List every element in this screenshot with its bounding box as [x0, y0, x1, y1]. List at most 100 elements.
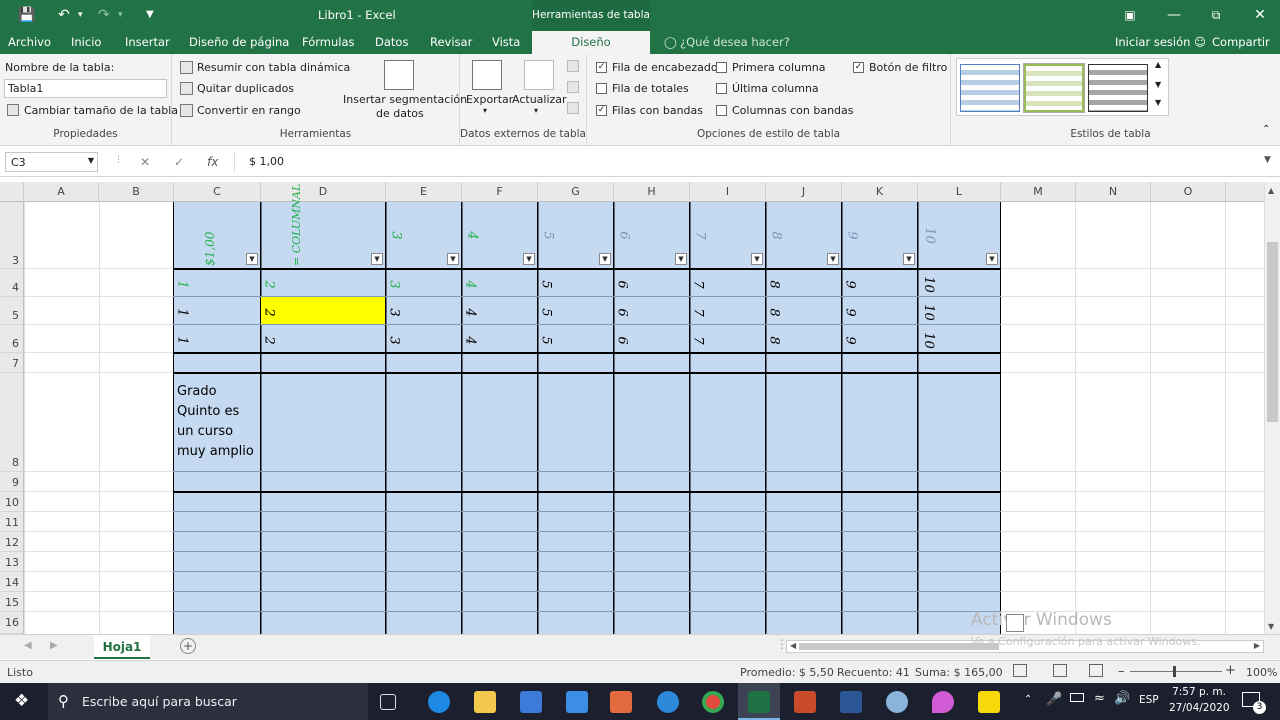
status-count[interactable]: Recuento: 41 [837, 666, 910, 679]
powerpoint-icon[interactable] [794, 691, 816, 713]
tab-archivo[interactable]: Archivo [8, 35, 51, 49]
cell-d4[interactable]: 2 [262, 277, 277, 292]
header-row-checkbox[interactable]: ✓ [596, 62, 607, 73]
quick-analysis-icon[interactable] [1006, 614, 1024, 632]
column-header-g[interactable]: G [538, 182, 614, 202]
tab-datos[interactable]: Datos [375, 35, 408, 49]
cell-h5[interactable]: 6 [615, 305, 630, 320]
paint-icon[interactable] [886, 691, 908, 713]
row-header-3[interactable]: 3 [0, 202, 24, 269]
filter-dropdown-f[interactable]: ▼ [523, 253, 535, 265]
row-header-12[interactable]: 12 [0, 532, 24, 552]
vertical-scrollbar[interactable]: ▲ ▼ [1264, 182, 1280, 634]
column-header-j[interactable]: J [766, 182, 842, 202]
prev-sheet-icon[interactable]: ◀ [24, 640, 32, 651]
cell-d6[interactable]: 2 [262, 333, 277, 348]
cell-j4[interactable]: 8 [767, 277, 782, 292]
filter-dropdown-g[interactable]: ▼ [599, 253, 611, 265]
cell-d5[interactable]: 2 [262, 305, 277, 320]
banded-rows-checkbox[interactable]: ✓ [596, 105, 607, 116]
tab-revisar[interactable]: Revisar [430, 35, 472, 49]
language-indicator[interactable]: ESP [1139, 694, 1159, 706]
cell-g6[interactable]: 5 [539, 333, 554, 348]
sticky-notes-icon[interactable] [978, 691, 1000, 713]
header-cell-e[interactable]: 3 [389, 228, 404, 243]
clock-time[interactable]: 7:57 p. m. [1172, 686, 1226, 698]
resize-table-button[interactable]: Cambiar tamaño de la tabla [24, 104, 178, 117]
insert-function-icon[interactable]: fx [207, 155, 218, 169]
filter-dropdown-d[interactable]: ▼ [371, 253, 383, 265]
row-header-16[interactable]: 16 [0, 612, 24, 634]
filter-dropdown-k[interactable]: ▼ [903, 253, 915, 265]
filter-dropdown-e[interactable]: ▼ [447, 253, 459, 265]
header-cell-h[interactable]: 6 [617, 228, 632, 243]
row-header-4[interactable]: 4 [0, 269, 24, 297]
cell-c6[interactable]: 1 [175, 333, 190, 348]
redo-icon[interactable]: ↷ [98, 6, 110, 24]
wifi-icon[interactable]: ≈ [1094, 691, 1105, 706]
row-header-14[interactable]: 14 [0, 572, 24, 592]
column-header-e[interactable]: E [386, 182, 462, 202]
export-icon[interactable] [472, 60, 502, 90]
table-style-blue[interactable] [960, 64, 1020, 112]
microphone-icon[interactable]: 🎤 [1046, 692, 1062, 707]
share-button[interactable]: Compartir [1212, 35, 1270, 49]
close-icon[interactable]: ✕ [1242, 4, 1278, 26]
cell-f5[interactable]: 4 [463, 305, 478, 320]
cell-j5[interactable]: 8 [767, 305, 782, 320]
cell-c8[interactable]: Grado Quinto es un curso muy amplio [177, 382, 254, 462]
first-column-checkbox[interactable] [716, 62, 727, 73]
cell-d5-highlight[interactable] [261, 297, 385, 324]
column-header-l[interactable]: L [918, 182, 1001, 202]
cell-c4[interactable]: 1 [175, 277, 190, 292]
name-box[interactable]: C3 ▼ [5, 152, 98, 172]
show-hidden-icons[interactable]: ⌃ [1024, 694, 1032, 705]
export-button[interactable]: Exportar [466, 93, 513, 106]
formula-input[interactable]: $ 1,00 [234, 152, 1264, 172]
cell-l5[interactable]: 10 [920, 304, 937, 321]
open-browser-icon[interactable] [567, 81, 579, 93]
export-dropdown-icon[interactable]: ▾ [483, 106, 487, 115]
mail-icon[interactable] [566, 691, 588, 713]
word-icon[interactable] [840, 691, 862, 713]
cell-i5[interactable]: 7 [691, 305, 706, 320]
save-icon[interactable]: 💾 [18, 6, 35, 24]
unlink-icon[interactable] [567, 102, 579, 114]
column-header-a[interactable]: A [24, 182, 99, 202]
hscroll-thumb[interactable] [799, 643, 999, 650]
column-header-m[interactable]: M [1001, 182, 1076, 202]
row-header-7[interactable]: 7 [0, 353, 24, 373]
header-cell-i[interactable]: 7 [693, 228, 708, 243]
internet-explorer-icon[interactable] [657, 691, 679, 713]
row-header-15[interactable]: 15 [0, 592, 24, 612]
gallery-up-icon[interactable]: ▲ [1155, 60, 1161, 69]
gallery-more-icon[interactable]: ▼ [1155, 98, 1161, 107]
tab-insertar[interactable]: Insertar [125, 35, 170, 49]
name-box-dropdown-icon[interactable]: ▼ [88, 156, 94, 165]
battery-icon[interactable] [1070, 693, 1084, 702]
filter-dropdown-l[interactable]: ▼ [986, 253, 998, 265]
insert-slicer-label-2[interactable]: de datos [376, 107, 424, 120]
expand-formula-icon[interactable]: ▼ [1264, 155, 1271, 165]
header-cell-c[interactable]: $1,00 [203, 208, 217, 266]
page-layout-view-icon[interactable] [1053, 664, 1067, 677]
filter-dropdown-h[interactable]: ▼ [675, 253, 687, 265]
edge-icon[interactable] [428, 691, 450, 713]
row-header-10[interactable]: 10 [0, 492, 24, 512]
cell-k6[interactable]: 9 [843, 333, 858, 348]
file-explorer-icon[interactable] [474, 691, 496, 713]
grid-area-right[interactable] [1001, 202, 1264, 634]
tab-diseno[interactable]: Diseño [532, 31, 650, 54]
normal-view-icon[interactable] [1013, 664, 1027, 677]
slicer-icon[interactable] [384, 60, 414, 90]
cell-i6[interactable]: 7 [691, 333, 706, 348]
row-header-11[interactable]: 11 [0, 512, 24, 532]
column-header-k[interactable]: K [842, 182, 918, 202]
enter-icon[interactable]: ✓ [174, 155, 184, 169]
cell-l6[interactable]: 10 [920, 332, 937, 349]
refresh-button[interactable]: Actualizar [512, 93, 567, 106]
zoom-out-icon[interactable]: – [1118, 664, 1125, 679]
header-cell-g[interactable]: 5 [541, 228, 556, 243]
next-sheet-icon[interactable]: ▶ [50, 640, 58, 651]
minimize-icon[interactable]: — [1156, 4, 1192, 26]
